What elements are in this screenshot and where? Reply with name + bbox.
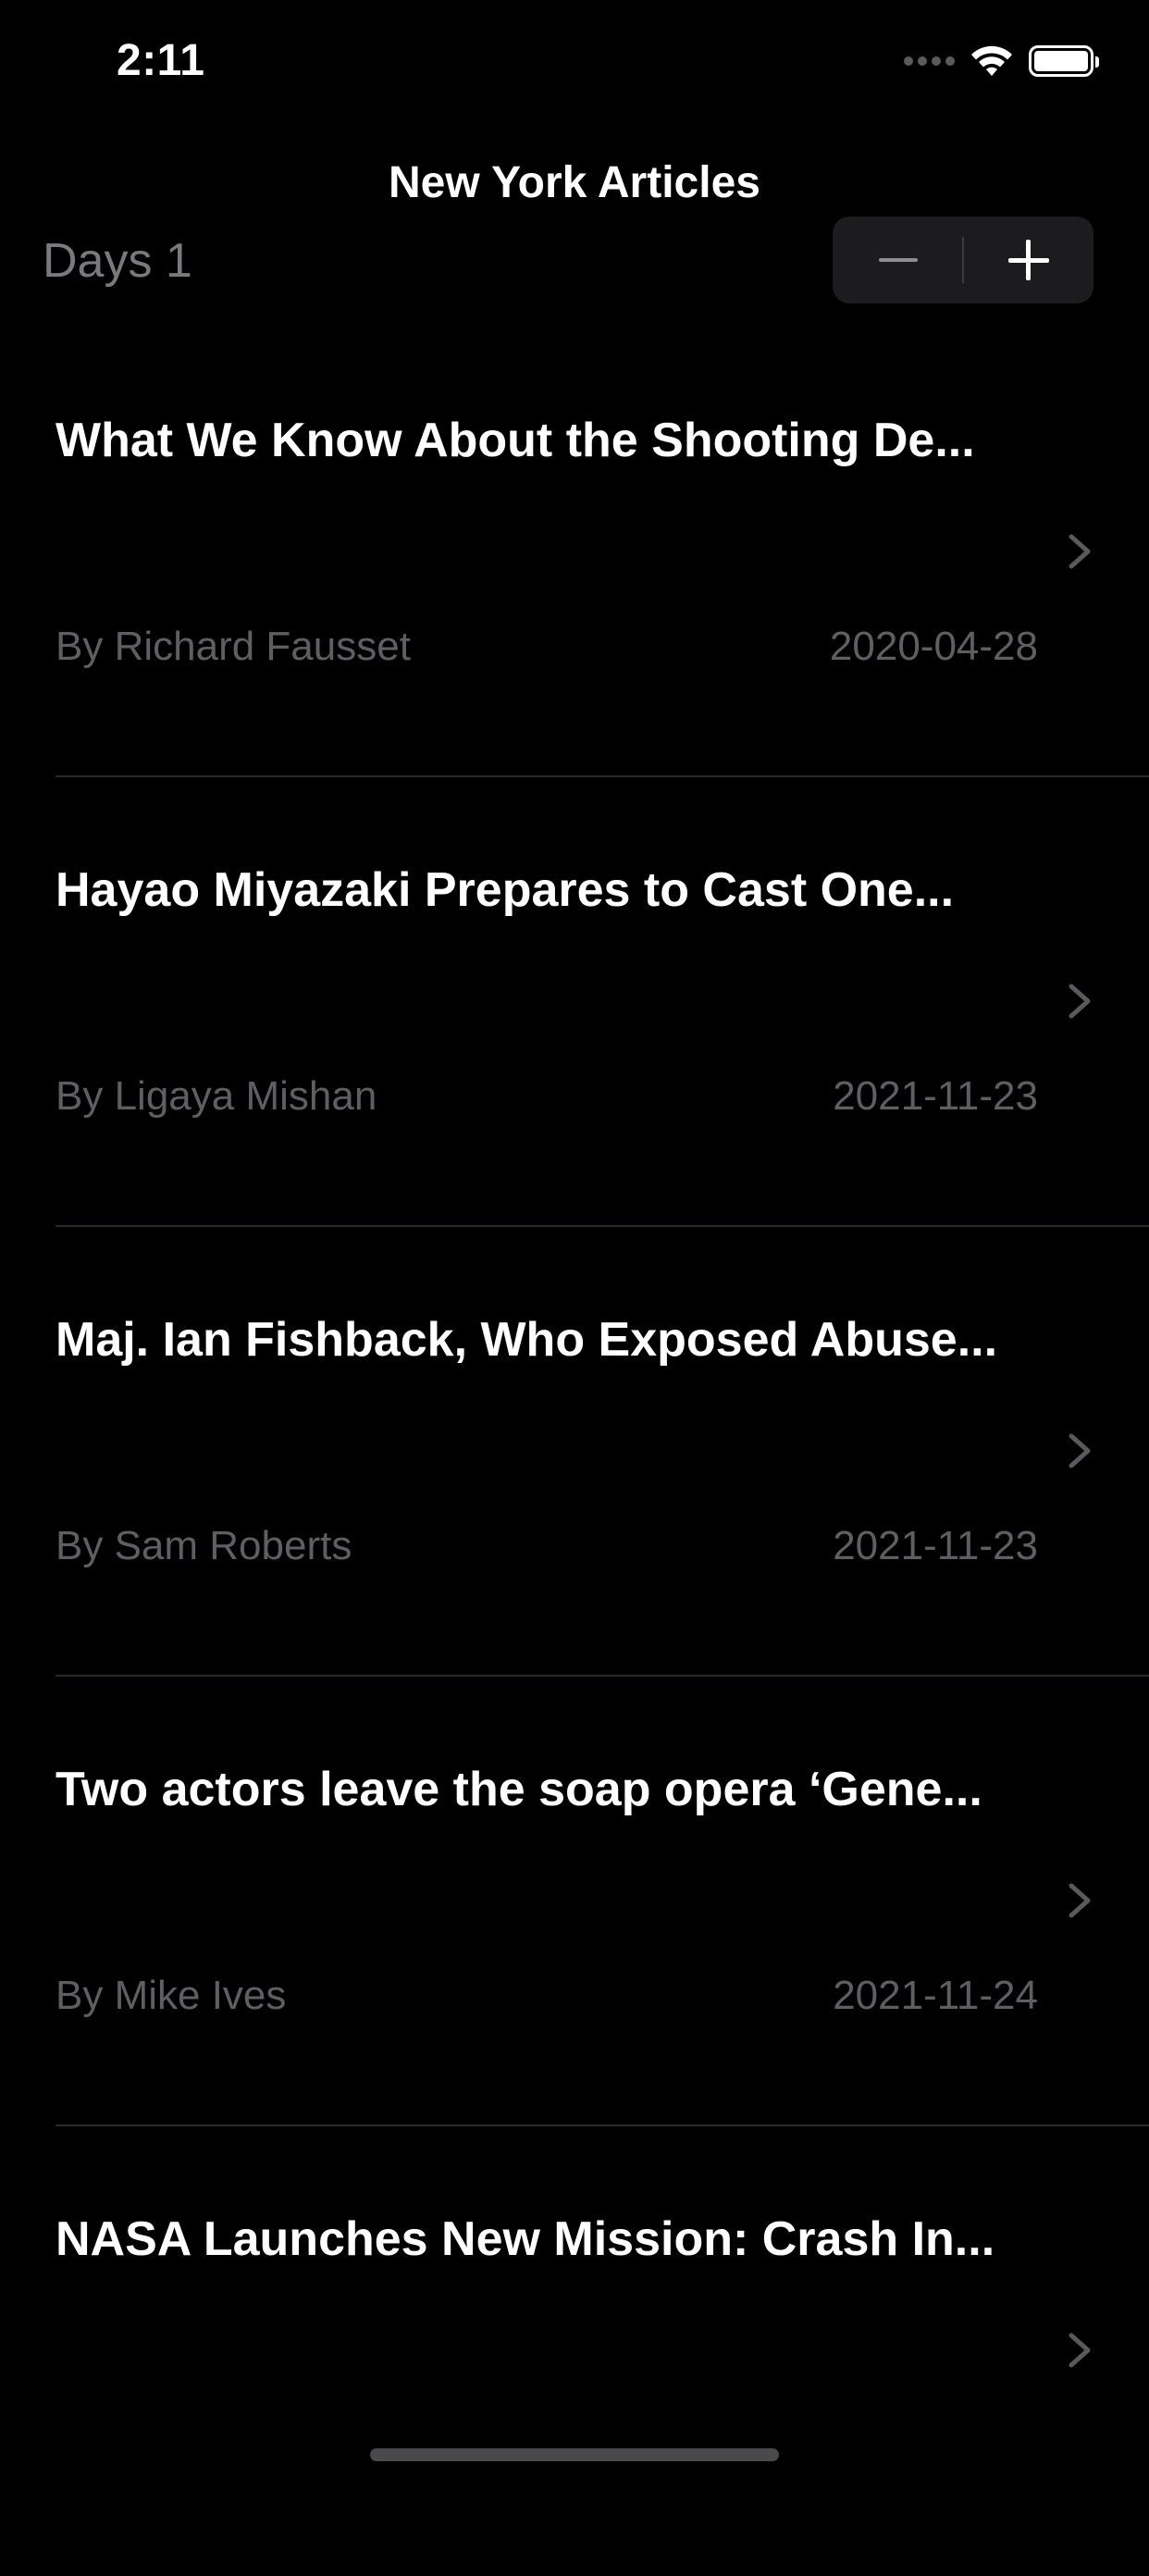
days-label: Days 1: [43, 234, 192, 288]
article-title: Hayao Miyazaki Prepares to Cast One...: [56, 863, 955, 917]
home-indicator[interactable]: [370, 2448, 779, 2461]
article-author: By Sam Roberts: [56, 1523, 352, 1568]
status-bar: 2:11: [0, 0, 1149, 120]
article-date: 2021-11-23: [833, 1073, 1038, 1119]
article-title: Two actors leave the soap opera ‘Gene...: [56, 1763, 982, 1816]
article-author: By Mike Ives: [56, 1973, 287, 2018]
signal-dots-icon: [904, 56, 955, 66]
article-row[interactable]: Two actors leave the soap opera ‘Gene...…: [0, 1677, 1149, 2126]
article-title: NASA Launches New Mission: Crash In...: [56, 2212, 995, 2266]
article-date: 2021-11-23: [833, 1523, 1038, 1568]
plus-icon: [1007, 240, 1049, 280]
status-time: 2:11: [117, 36, 205, 85]
article-row[interactable]: Hayao Miyazaki Prepares to Cast One... B…: [0, 777, 1149, 1227]
decrement-button[interactable]: [833, 217, 963, 303]
page-title: New York Articles: [389, 158, 760, 207]
status-icons: [904, 44, 1099, 78]
article-row[interactable]: Maj. Ian Fishback, Who Exposed Abuse... …: [0, 1227, 1149, 1677]
increment-button[interactable]: [963, 217, 1093, 303]
chevron-right-icon: [1069, 2333, 1091, 2368]
article-author: By Richard Fausset: [56, 624, 411, 669]
article-date: 2020-04-28: [829, 624, 1038, 669]
article-title: Maj. Ian Fishback, Who Exposed Abuse...: [56, 1313, 998, 1367]
article-author: By Ligaya Mishan: [56, 1073, 377, 1119]
article-row[interactable]: What We Know About the Shooting De... By…: [0, 328, 1149, 777]
articles-list: What We Know About the Shooting De... By…: [0, 328, 1149, 2576]
article-date: 2021-11-24: [833, 1973, 1038, 2018]
chevron-right-icon: [1069, 534, 1091, 569]
chevron-right-icon: [1069, 1883, 1091, 1918]
article-row[interactable]: NASA Launches New Mission: Crash In...: [0, 2126, 1149, 2576]
days-stepper[interactable]: [833, 217, 1093, 303]
article-title: What We Know About the Shooting De...: [56, 414, 975, 467]
chevron-right-icon: [1069, 1433, 1091, 1468]
chevron-right-icon: [1069, 984, 1091, 1019]
battery-icon: [1029, 45, 1099, 77]
minus-icon: [878, 258, 918, 262]
wifi-icon: [971, 45, 1012, 76]
